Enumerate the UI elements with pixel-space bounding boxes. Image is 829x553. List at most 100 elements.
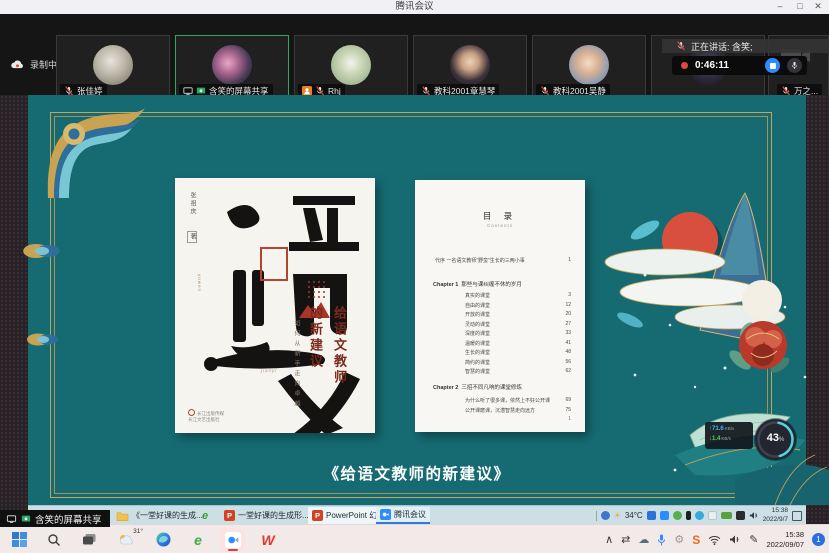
browser-360-icon: e bbox=[202, 510, 208, 522]
taskbar-item-meeting[interactable]: 腾讯会议 bbox=[376, 507, 430, 524]
weather-temp[interactable]: 34°C bbox=[625, 511, 643, 520]
tray-globe-icon[interactable] bbox=[695, 511, 704, 520]
window-title: 腾讯会议 bbox=[0, 0, 829, 14]
mic-muted-icon bbox=[421, 86, 431, 96]
tray-icon[interactable] bbox=[673, 511, 682, 520]
toc-item: 智慧的课堂62 bbox=[465, 368, 571, 375]
toc-item: 为什么听了很多课，依然上不好公开课69 bbox=[465, 397, 571, 404]
wps-button[interactable]: W bbox=[255, 528, 281, 552]
toc-header-en: Contents bbox=[415, 223, 585, 228]
cloud-record-icon bbox=[10, 59, 25, 70]
browser-360-button[interactable]: e bbox=[185, 528, 211, 552]
screen-share-banner[interactable]: 含笑的屏幕共享 bbox=[0, 510, 110, 527]
shared-system-tray: ☀ 34°C 15:38 2022/9/7 bbox=[596, 506, 802, 525]
tray-gear-icon[interactable]: ⚙ bbox=[674, 533, 684, 546]
minimize-button[interactable]: – bbox=[771, 0, 789, 14]
tencent-meeting-icon bbox=[380, 509, 391, 520]
tencent-meeting-button[interactable] bbox=[220, 528, 246, 552]
recording-label: 录制中 bbox=[30, 58, 57, 71]
screen-share-icon bbox=[183, 86, 193, 96]
mic-button[interactable] bbox=[787, 58, 802, 73]
participant-tile[interactable]: Rhj bbox=[294, 35, 408, 101]
cover-publisher: 长江出版传媒 长江文艺出版社 bbox=[188, 409, 224, 425]
tray-icon[interactable] bbox=[647, 511, 656, 520]
search-icon bbox=[47, 533, 61, 547]
stop-recording-button[interactable] bbox=[765, 58, 780, 73]
avatar bbox=[93, 45, 133, 85]
mic-muted-icon bbox=[540, 86, 550, 96]
toc-item: 简约的课堂56 bbox=[465, 359, 571, 366]
notification-badge[interactable]: 1 bbox=[812, 533, 825, 546]
start-button[interactable] bbox=[6, 528, 32, 552]
tray-icon[interactable] bbox=[708, 511, 717, 520]
toc-item: 开放的课堂20 bbox=[465, 311, 571, 318]
mic-muted-icon bbox=[315, 86, 325, 96]
cover-title: 给语文教师 的新建议 如何从新手走向卓越 bbox=[285, 306, 349, 426]
local-clock[interactable]: 15:38 2022/09/07 bbox=[766, 530, 804, 549]
cover-pinyin-side: yuwen bbox=[197, 274, 202, 292]
widgets-weather-button[interactable]: 31° bbox=[111, 528, 141, 552]
tray-chevron-up-icon[interactable]: ∧ bbox=[605, 533, 613, 546]
recording-timer: 0:46:11 bbox=[695, 60, 729, 71]
tray-sync-arrows-icon[interactable]: ⇄ bbox=[621, 533, 630, 546]
download-speed: ↓1.4 bbox=[709, 434, 720, 444]
host-badge-icon bbox=[302, 86, 312, 96]
toc-item: 自由的课堂12 bbox=[465, 302, 571, 309]
recording-control-pill: 0:46:11 bbox=[672, 56, 807, 75]
speaking-label: 正在讲话: 含笑; bbox=[691, 40, 753, 53]
weather-temp: 31° bbox=[133, 528, 143, 535]
edge-browser-button[interactable] bbox=[150, 528, 176, 552]
network-speed-widget[interactable]: ↑71.6KB/s ↓1.4KB/s bbox=[705, 422, 753, 449]
avatar bbox=[450, 45, 490, 85]
letterbox-right bbox=[806, 95, 829, 524]
avatar bbox=[212, 45, 252, 85]
tray-mic-icon[interactable] bbox=[657, 534, 666, 546]
local-system-tray: ∧ ⇄ ☁ ⚙ S ✎ 15:38 2022/09/07 1 bbox=[605, 525, 825, 553]
tray-volume-icon[interactable] bbox=[749, 511, 759, 520]
participant-tile[interactable]: 教科2001章慧琴 bbox=[413, 35, 527, 101]
tray-volume-icon[interactable] bbox=[729, 534, 741, 545]
toc-item: 深度的课堂33 bbox=[465, 330, 571, 337]
screen-share-icon bbox=[6, 514, 17, 524]
mic-muted-icon bbox=[781, 86, 791, 96]
mic-icon bbox=[790, 61, 799, 70]
taskbar-item-folder[interactable]: 《一堂好课的生成... bbox=[112, 507, 207, 524]
tray-pen-icon[interactable]: ✎ bbox=[749, 533, 758, 546]
shared-clock[interactable]: 15:38 2022/9/7 bbox=[763, 507, 788, 523]
participant-tile-sharing[interactable]: 含笑的屏幕共享 bbox=[175, 35, 289, 101]
upload-speed: ↑71.6 bbox=[709, 424, 724, 434]
tray-shield-icon[interactable] bbox=[601, 511, 610, 520]
task-view-button[interactable] bbox=[76, 528, 102, 552]
percent-float-ball[interactable]: 43% bbox=[755, 419, 796, 460]
weather-sun-icon: ☀ bbox=[614, 511, 621, 520]
tray-cloud-icon[interactable]: ☁ bbox=[638, 533, 649, 546]
tencent-meeting-icon bbox=[225, 532, 241, 548]
mic-muted-icon bbox=[64, 86, 74, 96]
running-indicator bbox=[228, 549, 238, 551]
toc-item: 生长的课堂48 bbox=[465, 349, 571, 356]
maximize-button[interactable]: □ bbox=[791, 0, 809, 14]
taskbar-item-browser[interactable]: e bbox=[198, 507, 212, 524]
publisher-logo-icon bbox=[188, 409, 195, 416]
participant-tile[interactable]: 张佳婷 bbox=[56, 35, 170, 101]
tray-battery-icon[interactable] bbox=[721, 512, 732, 519]
toc-header: 目 录 bbox=[415, 210, 585, 222]
participant-name: Rhj bbox=[328, 86, 341, 96]
taskbar-pinned-apps: 31° e bbox=[6, 525, 281, 553]
close-button[interactable]: ✕ bbox=[809, 0, 827, 14]
tray-mic-icon[interactable] bbox=[686, 511, 691, 520]
taskbar-item-ppt1[interactable]: P 一堂好课的生成形... bbox=[220, 507, 313, 524]
book-cover-page: 张祖庆 著 yuwen jianyi 给语文教师 的新建议 如何从新手走向卓越 … bbox=[175, 178, 375, 433]
folder-icon bbox=[116, 510, 129, 521]
tray-icon[interactable] bbox=[660, 511, 669, 520]
toc-page: 目 录 Contents 代序 一名语文教师“野蛮”生长的三两小事1 Chapt… bbox=[415, 180, 585, 432]
tray-icon[interactable] bbox=[736, 511, 745, 520]
tray-sogou-icon[interactable]: S bbox=[692, 533, 700, 547]
task-view-icon bbox=[82, 533, 97, 546]
toc-item: 温暖的课堂41 bbox=[465, 340, 571, 347]
search-button[interactable] bbox=[41, 528, 67, 552]
notification-panel-icon[interactable] bbox=[792, 511, 802, 521]
participant-tile[interactable]: 教科2001吴静 bbox=[532, 35, 646, 101]
taskbar-separator bbox=[596, 511, 597, 521]
tray-wifi-icon[interactable] bbox=[708, 535, 721, 545]
